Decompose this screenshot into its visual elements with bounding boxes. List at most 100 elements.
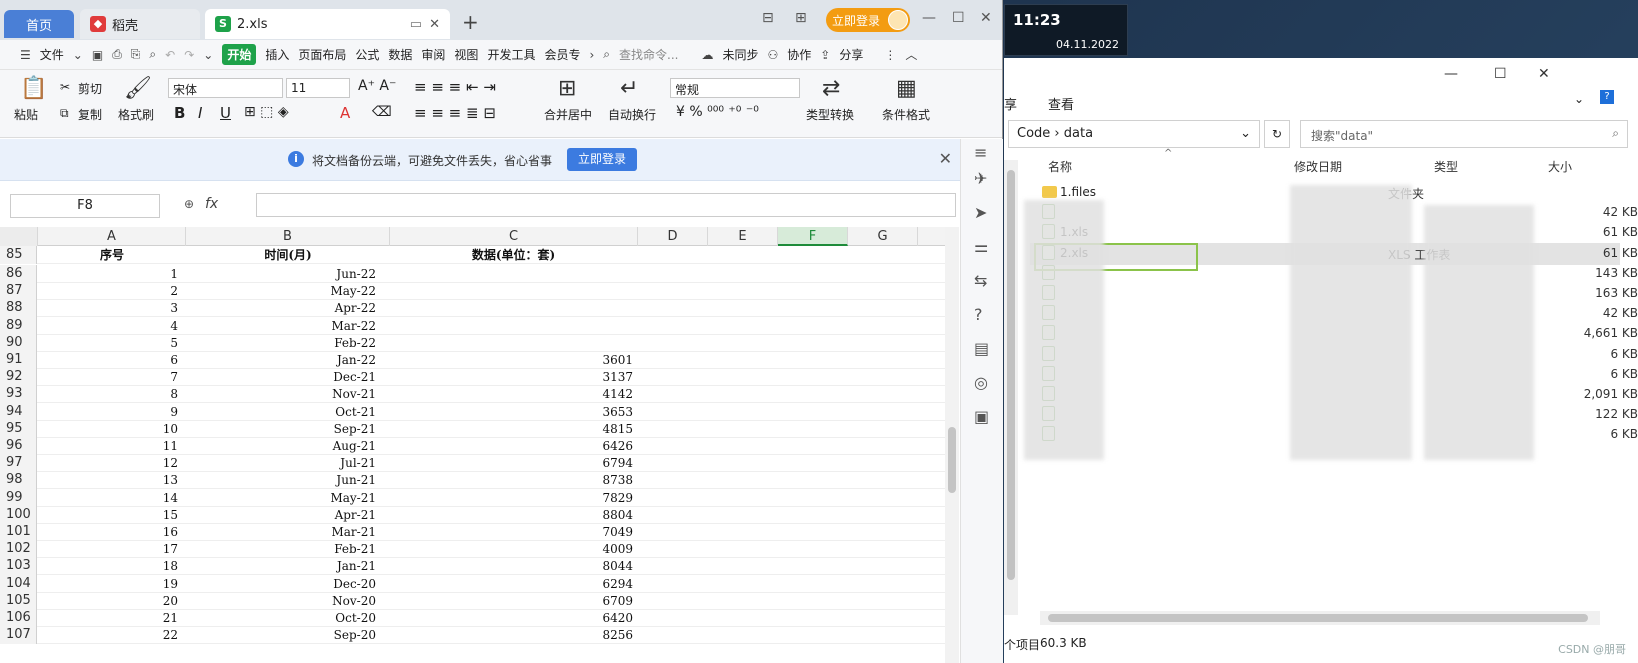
apps-grid-icon[interactable]: ⊞ (795, 10, 807, 26)
cell-c[interactable]: 4142 (390, 385, 637, 403)
cell-b[interactable]: Oct-20 (186, 609, 390, 627)
italic-icon[interactable]: I (198, 104, 202, 122)
menu-layout[interactable]: 页面布局 (298, 46, 346, 63)
cell-a[interactable]: 4 (38, 317, 186, 335)
search-box[interactable]: 搜索"data" ⌕ (1300, 120, 1628, 148)
refresh-icon[interactable]: ↻ (1264, 120, 1290, 148)
expand-ribbon-icon[interactable]: ⌄ (1574, 92, 1584, 106)
collab-button[interactable]: 协作 (787, 46, 811, 63)
row-number[interactable]: 94 (0, 402, 37, 421)
menu-review[interactable]: 审阅 (421, 46, 445, 63)
cell-a[interactable]: 19 (38, 575, 186, 593)
sidebar-menu-icon[interactable]: ≡ (974, 143, 987, 162)
column-header-g[interactable]: G (848, 227, 918, 246)
cell-a[interactable]: 16 (38, 523, 186, 541)
cell-c[interactable]: 7049 (390, 523, 637, 541)
compass-icon[interactable]: ◎ (974, 373, 988, 392)
cell-a[interactable]: 6 (38, 351, 186, 369)
cell-b[interactable]: Jan-22 (186, 351, 390, 369)
row-number[interactable]: 85 (0, 246, 37, 264)
menu-data[interactable]: 数据 (388, 46, 412, 63)
select-all-corner[interactable] (0, 227, 38, 246)
minimize-icon[interactable]: — (922, 10, 936, 26)
grid-vertical-scrollbar[interactable] (945, 227, 959, 663)
cell-c[interactable]: 3653 (390, 403, 637, 421)
collapse-ribbon-icon[interactable]: ︿ (905, 46, 917, 63)
cell-a[interactable]: 18 (38, 557, 186, 575)
zoom-icon[interactable]: ⊕ (184, 197, 194, 211)
menu-file[interactable]: 文件 (40, 46, 64, 63)
cell-a[interactable]: 14 (38, 489, 186, 507)
column-header-b[interactable]: B (186, 227, 390, 246)
row-number[interactable]: 88 (0, 299, 37, 318)
cell-c[interactable]: 6420 (390, 609, 637, 627)
cell-a[interactable]: 8 (38, 385, 186, 403)
save-icon[interactable]: ▣ (92, 48, 103, 62)
cut-icon[interactable]: ✂ (60, 80, 70, 94)
column-header-f[interactable]: F (778, 227, 848, 246)
row-number[interactable]: 98 (0, 471, 37, 490)
breadcrumb-data[interactable]: data (1064, 126, 1093, 141)
layout-icon[interactable]: ⊟ (762, 10, 774, 26)
font-family-select[interactable]: 宋体 (168, 78, 283, 98)
cell-b[interactable]: Nov-20 (186, 592, 390, 610)
copy-button[interactable]: 复制 (78, 106, 102, 123)
column-header-e[interactable]: E (708, 227, 778, 246)
cell-a[interactable]: 5 (38, 334, 186, 352)
cell-b[interactable]: Aug-21 (186, 437, 390, 455)
cell-a[interactable]: 15 (38, 506, 186, 524)
cell-c[interactable] (390, 282, 637, 300)
cell-a[interactable]: 13 (38, 471, 186, 489)
menu-dev[interactable]: 开发工具 (487, 46, 535, 63)
column-header-d[interactable]: D (638, 227, 708, 246)
cell-a[interactable]: 12 (38, 454, 186, 472)
merge-icon[interactable]: ⊞ (558, 76, 576, 101)
cell-a[interactable]: 10 (38, 420, 186, 438)
explorer-maximize-icon[interactable]: ☐ (1494, 66, 1507, 82)
hamburger-icon[interactable]: ☰ (20, 48, 31, 62)
menu-member[interactable]: 会员专 (544, 46, 580, 63)
row-number[interactable]: 97 (0, 454, 37, 473)
format-painter-icon[interactable]: 🖌 (124, 76, 152, 101)
help-icon[interactable]: ? (974, 305, 983, 324)
row-number[interactable]: 86 (0, 265, 37, 283)
help-explorer-icon[interactable]: ? (1600, 90, 1614, 104)
more-menu-icon[interactable]: ⋮ (884, 48, 896, 62)
preview-icon[interactable]: ⌕ (149, 47, 156, 62)
cell-c[interactable]: 3601 (390, 351, 637, 369)
cell-a[interactable]: 1 (38, 265, 186, 283)
cell-b[interactable]: Nov-21 (186, 385, 390, 403)
cell-a[interactable]: 9 (38, 403, 186, 421)
cell-c[interactable] (390, 265, 637, 283)
cell-b[interactable]: Sep-21 (186, 420, 390, 438)
cell-c[interactable] (390, 317, 637, 335)
login-button[interactable]: 立即登录 (826, 8, 910, 32)
bold-icon[interactable]: B (174, 104, 185, 122)
cell-b[interactable]: May-22 (186, 282, 390, 300)
cell-b[interactable]: Dec-20 (186, 575, 390, 593)
cell-c[interactable]: 7829 (390, 489, 637, 507)
row-number[interactable]: 87 (0, 282, 37, 301)
cell-b[interactable]: Apr-22 (186, 299, 390, 317)
rocket-icon[interactable]: ✈ (974, 169, 987, 188)
cell-b[interactable]: Jun-21 (186, 471, 390, 489)
column-size[interactable]: 大小 (1548, 158, 1572, 175)
row-number[interactable]: 106 (0, 609, 37, 627)
cell-b[interactable]: Sep-20 (186, 626, 390, 644)
print-icon[interactable]: ⎘ (131, 47, 141, 62)
menu-formula[interactable]: 公式 (355, 46, 379, 63)
format-painter-button[interactable]: 格式刷 (118, 106, 154, 123)
row-number[interactable]: 104 (0, 574, 37, 593)
border-icon[interactable]: ⊞ ⬚ ◈ (244, 104, 289, 120)
cell-c[interactable] (390, 299, 637, 317)
close-tab-icon[interactable]: ✕ (429, 17, 440, 32)
image-icon[interactable]: ▤ (974, 339, 989, 358)
copy-icon[interactable]: ⧉ (60, 106, 69, 121)
row-number[interactable]: 92 (0, 368, 37, 387)
cell-c[interactable]: 6794 (390, 454, 637, 472)
column-modified[interactable]: 修改日期 (1294, 158, 1342, 175)
explorer-scroll-thumb[interactable] (1007, 170, 1015, 580)
cell-header-c[interactable]: 数据(单位：套) (390, 246, 637, 264)
column-name[interactable]: 名称 (1048, 158, 1072, 175)
cell-b[interactable]: Dec-21 (186, 368, 390, 386)
